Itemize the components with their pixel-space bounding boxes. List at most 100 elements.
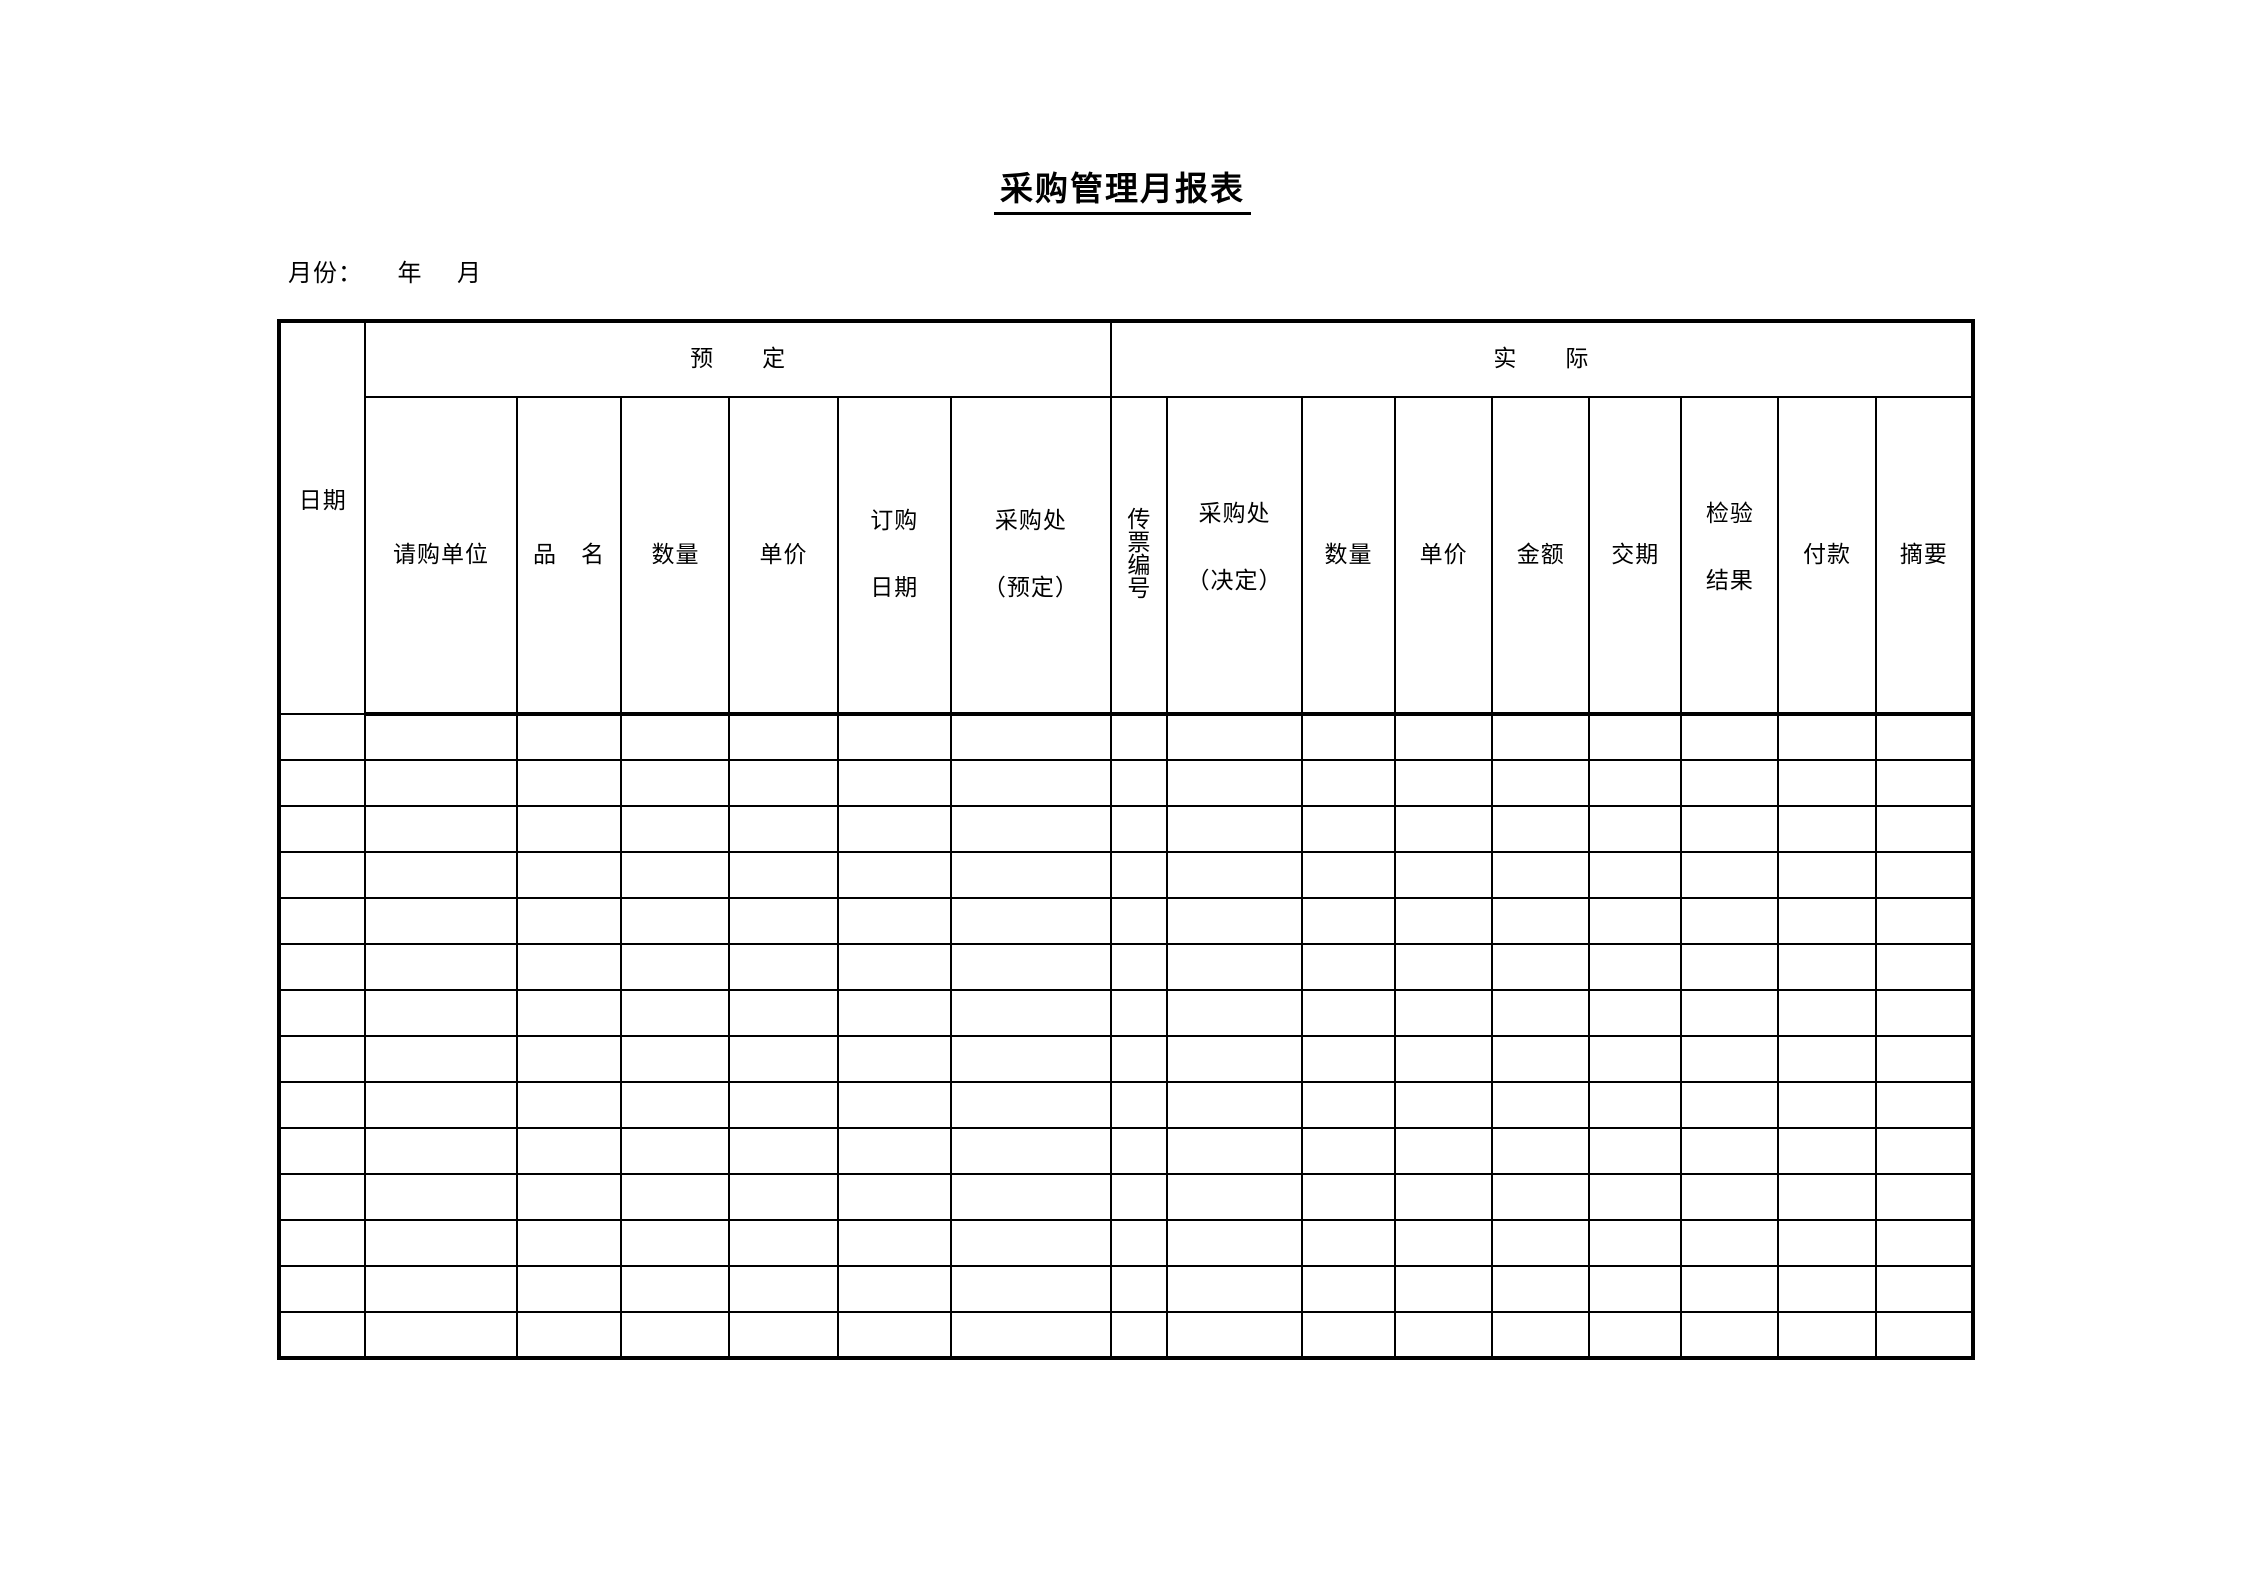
- table-cell-amount[interactable]: [1491, 943, 1591, 991]
- table-cell-buyer_decided[interactable]: [1166, 1265, 1304, 1313]
- table-cell-payment[interactable]: [1777, 805, 1877, 853]
- table-cell-date[interactable]: [277, 1127, 367, 1175]
- table-cell-buyer_planned[interactable]: [949, 897, 1112, 945]
- table-cell-act_quantity[interactable]: [1301, 759, 1396, 807]
- table-cell-order_date[interactable]: [836, 989, 952, 1037]
- table-cell-plan_unit_price[interactable]: [728, 851, 839, 899]
- table-cell-plan_unit_price[interactable]: [728, 1265, 839, 1313]
- table-cell-item_name[interactable]: [515, 713, 623, 761]
- table-cell-voucher_no[interactable]: [1109, 805, 1169, 853]
- table-cell-act_quantity[interactable]: [1301, 989, 1396, 1037]
- table-cell-inspection[interactable]: [1680, 1173, 1780, 1221]
- table-cell-date[interactable]: [277, 759, 367, 807]
- table-cell-inspection[interactable]: [1680, 805, 1780, 853]
- table-cell-amount[interactable]: [1491, 1081, 1591, 1129]
- table-cell-buyer_planned[interactable]: [949, 851, 1112, 899]
- table-cell-payment[interactable]: [1777, 1265, 1877, 1313]
- table-cell-requesting_unit[interactable]: [364, 1173, 518, 1221]
- table-cell-voucher_no[interactable]: [1109, 759, 1169, 807]
- table-cell-buyer_planned[interactable]: [949, 1127, 1112, 1175]
- table-cell-plan_unit_price[interactable]: [728, 943, 839, 991]
- table-cell-buyer_decided[interactable]: [1166, 1173, 1304, 1221]
- table-cell-remarks[interactable]: [1874, 1311, 1975, 1359]
- table-cell-payment[interactable]: [1777, 1219, 1877, 1267]
- table-cell-inspection[interactable]: [1680, 1311, 1780, 1359]
- table-cell-date[interactable]: [277, 713, 367, 761]
- table-cell-date[interactable]: [277, 989, 367, 1037]
- table-cell-order_date[interactable]: [836, 1035, 952, 1083]
- table-cell-act_quantity[interactable]: [1301, 851, 1396, 899]
- table-cell-requesting_unit[interactable]: [364, 1127, 518, 1175]
- table-cell-date[interactable]: [277, 1081, 367, 1129]
- table-cell-order_date[interactable]: [836, 851, 952, 899]
- table-cell-order_date[interactable]: [836, 1081, 952, 1129]
- table-cell-buyer_decided[interactable]: [1166, 1219, 1304, 1267]
- table-cell-order_date[interactable]: [836, 1265, 952, 1313]
- table-cell-act_unit_price[interactable]: [1393, 1311, 1494, 1359]
- table-cell-act_quantity[interactable]: [1301, 1081, 1396, 1129]
- table-cell-requesting_unit[interactable]: [364, 1311, 518, 1359]
- table-row[interactable]: [277, 1035, 1975, 1083]
- table-cell-requesting_unit[interactable]: [364, 1265, 518, 1313]
- table-cell-remarks[interactable]: [1874, 759, 1975, 807]
- table-cell-voucher_no[interactable]: [1109, 1035, 1169, 1083]
- table-cell-item_name[interactable]: [515, 759, 623, 807]
- table-cell-delivery_date[interactable]: [1588, 1219, 1683, 1267]
- table-cell-buyer_planned[interactable]: [949, 943, 1112, 991]
- table-cell-date[interactable]: [277, 1219, 367, 1267]
- table-cell-item_name[interactable]: [515, 1173, 623, 1221]
- table-cell-plan_quantity[interactable]: [620, 1173, 731, 1221]
- table-cell-act_unit_price[interactable]: [1393, 1035, 1494, 1083]
- table-cell-buyer_planned[interactable]: [949, 1265, 1112, 1313]
- table-cell-delivery_date[interactable]: [1588, 1081, 1683, 1129]
- table-cell-date[interactable]: [277, 1035, 367, 1083]
- table-cell-delivery_date[interactable]: [1588, 1173, 1683, 1221]
- table-cell-delivery_date[interactable]: [1588, 759, 1683, 807]
- table-row[interactable]: [277, 989, 1975, 1037]
- table-cell-payment[interactable]: [1777, 1173, 1877, 1221]
- table-row[interactable]: [277, 759, 1975, 807]
- table-cell-delivery_date[interactable]: [1588, 1127, 1683, 1175]
- table-cell-item_name[interactable]: [515, 943, 623, 991]
- table-cell-delivery_date[interactable]: [1588, 989, 1683, 1037]
- table-cell-buyer_decided[interactable]: [1166, 1311, 1304, 1359]
- table-cell-act_quantity[interactable]: [1301, 713, 1396, 761]
- table-cell-act_unit_price[interactable]: [1393, 1219, 1494, 1267]
- table-cell-date[interactable]: [277, 1311, 367, 1359]
- table-cell-remarks[interactable]: [1874, 1265, 1975, 1313]
- table-cell-buyer_decided[interactable]: [1166, 897, 1304, 945]
- table-cell-inspection[interactable]: [1680, 989, 1780, 1037]
- table-cell-act_unit_price[interactable]: [1393, 759, 1494, 807]
- table-cell-voucher_no[interactable]: [1109, 989, 1169, 1037]
- table-cell-amount[interactable]: [1491, 851, 1591, 899]
- table-cell-plan_unit_price[interactable]: [728, 1035, 839, 1083]
- table-cell-remarks[interactable]: [1874, 1219, 1975, 1267]
- table-cell-plan_quantity[interactable]: [620, 851, 731, 899]
- table-cell-remarks[interactable]: [1874, 943, 1975, 991]
- table-cell-order_date[interactable]: [836, 1127, 952, 1175]
- table-cell-voucher_no[interactable]: [1109, 1127, 1169, 1175]
- table-cell-item_name[interactable]: [515, 1035, 623, 1083]
- table-cell-act_unit_price[interactable]: [1393, 851, 1494, 899]
- table-cell-buyer_planned[interactable]: [949, 1311, 1112, 1359]
- table-cell-plan_unit_price[interactable]: [728, 1219, 839, 1267]
- table-cell-act_quantity[interactable]: [1301, 1219, 1396, 1267]
- table-cell-date[interactable]: [277, 805, 367, 853]
- table-cell-voucher_no[interactable]: [1109, 943, 1169, 991]
- table-cell-remarks[interactable]: [1874, 851, 1975, 899]
- table-cell-item_name[interactable]: [515, 805, 623, 853]
- table-cell-remarks[interactable]: [1874, 1127, 1975, 1175]
- table-cell-act_quantity[interactable]: [1301, 805, 1396, 853]
- table-cell-item_name[interactable]: [515, 1081, 623, 1129]
- table-cell-remarks[interactable]: [1874, 805, 1975, 853]
- table-cell-amount[interactable]: [1491, 989, 1591, 1037]
- table-cell-amount[interactable]: [1491, 1127, 1591, 1175]
- table-cell-amount[interactable]: [1491, 1219, 1591, 1267]
- table-cell-order_date[interactable]: [836, 943, 952, 991]
- table-cell-plan_unit_price[interactable]: [728, 713, 839, 761]
- table-cell-plan_unit_price[interactable]: [728, 897, 839, 945]
- table-row[interactable]: [277, 943, 1975, 991]
- table-cell-payment[interactable]: [1777, 1081, 1877, 1129]
- table-cell-order_date[interactable]: [836, 897, 952, 945]
- table-cell-remarks[interactable]: [1874, 989, 1975, 1037]
